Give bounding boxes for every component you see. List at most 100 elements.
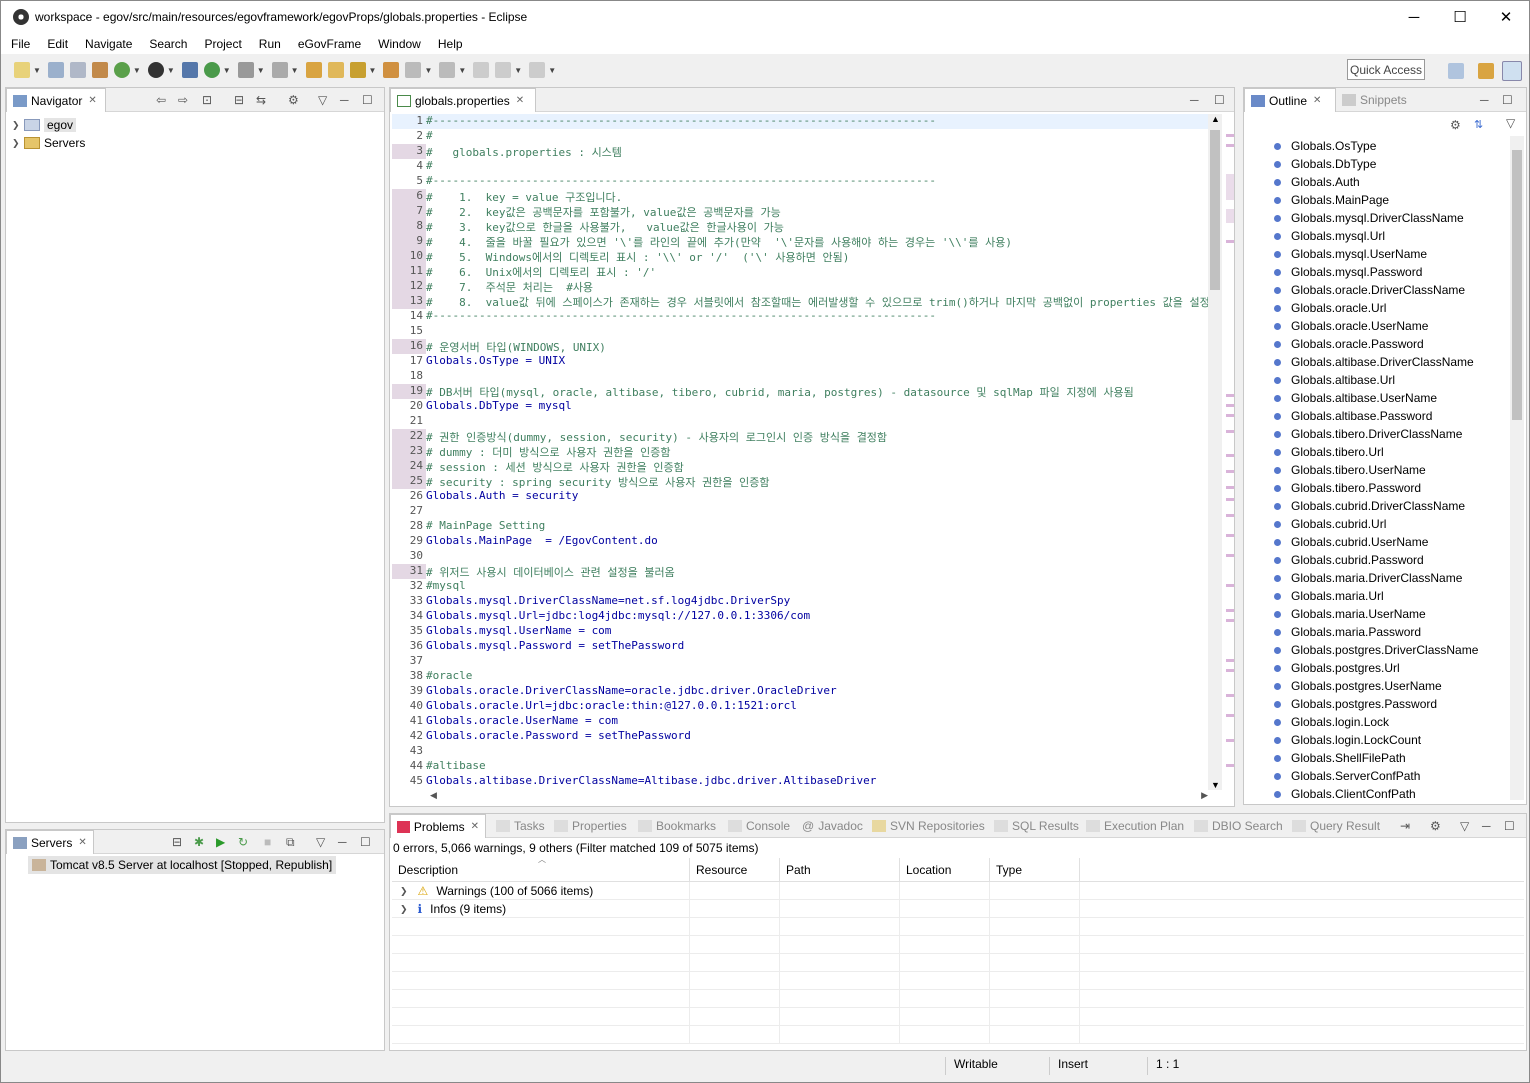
code-line[interactable]: 38 #oracle bbox=[392, 669, 1210, 684]
scroll-up-icon[interactable]: ▲ bbox=[1211, 114, 1220, 124]
egov-icon[interactable] bbox=[91, 62, 108, 78]
close-icon[interactable]: ✕ bbox=[78, 837, 86, 848]
minimize-button[interactable]: ─ bbox=[1391, 1, 1437, 33]
outline-item[interactable]: Globals.altibase.Url bbox=[1274, 371, 1510, 389]
code-line[interactable]: 30 bbox=[392, 549, 1210, 564]
maximize-view-icon[interactable]: ☐ bbox=[1214, 93, 1225, 107]
menu-help[interactable]: Help bbox=[428, 37, 470, 51]
column-resource[interactable]: Resource bbox=[690, 858, 780, 882]
code-line[interactable]: 39 Globals.oracle.DriverClassName=oracle.… bbox=[392, 684, 1210, 699]
outline-item[interactable]: Globals.mysql.UserName bbox=[1274, 245, 1510, 263]
egov-perspective-icon[interactable] bbox=[1502, 61, 1522, 81]
open-perspective-icon[interactable] bbox=[1448, 63, 1464, 79]
code-line[interactable]: 6 # 1. key = value 구조입니다. bbox=[392, 189, 1210, 204]
code-line[interactable]: 24 # session : 세션 방식으로 사용자 권한을 인증함 bbox=[392, 459, 1210, 474]
egov-run-icon[interactable] bbox=[113, 62, 130, 78]
overview-ruler[interactable] bbox=[1224, 114, 1236, 790]
profile-server-icon[interactable]: ↻ bbox=[238, 835, 248, 849]
scroll-down-icon[interactable]: ▼ bbox=[1211, 780, 1220, 790]
code-line[interactable]: 27 bbox=[392, 504, 1210, 519]
menu-search[interactable]: Search bbox=[139, 37, 194, 51]
outline-item[interactable]: Globals.tibero.UserName bbox=[1274, 461, 1510, 479]
table-row[interactable]: ❯ ⚠ Warnings (100 of 5066 items) bbox=[392, 882, 1524, 900]
code-line[interactable]: 45 Globals.altibase.DriverClassName=Altib… bbox=[392, 774, 1210, 789]
close-icon[interactable]: ✕ bbox=[516, 95, 524, 106]
filter-icon[interactable]: ⚙ bbox=[1430, 819, 1441, 833]
outline-item[interactable]: Globals.oracle.Url bbox=[1274, 299, 1510, 317]
scroll-thumb[interactable] bbox=[1512, 150, 1522, 420]
column-location[interactable]: Location bbox=[900, 858, 990, 882]
tab-bookmarks[interactable]: Bookmarks bbox=[632, 814, 722, 838]
code-line[interactable]: 14 #-------------------------------------… bbox=[392, 309, 1210, 324]
collapse-all-icon[interactable]: ⊟ bbox=[234, 93, 244, 107]
outline-item[interactable]: Globals.MainPage bbox=[1274, 191, 1510, 209]
console-icon[interactable] bbox=[181, 62, 198, 78]
open-type-icon[interactable] bbox=[305, 62, 322, 78]
outline-item[interactable]: Globals.maria.UserName bbox=[1274, 605, 1510, 623]
forward-icon[interactable]: ⇨ bbox=[178, 93, 188, 107]
view-menu-icon[interactable]: ▽ bbox=[1460, 819, 1469, 833]
code-line[interactable]: 43 bbox=[392, 744, 1210, 759]
outline-item[interactable]: Globals.oracle.Password bbox=[1274, 335, 1510, 353]
code-line[interactable]: 5 #--------------------------------------… bbox=[392, 174, 1210, 189]
code-line[interactable]: 3 # globals.properties : 시스템 bbox=[392, 144, 1210, 159]
view-menu-icon[interactable]: ▽ bbox=[316, 835, 325, 849]
code-line[interactable]: 17 Globals.OsType = UNIX bbox=[392, 354, 1210, 369]
code-line[interactable]: 16 # 운영서버 타입(WINDOWS, UNIX) bbox=[392, 339, 1210, 354]
tab-query-result[interactable]: Query Result bbox=[1286, 814, 1386, 838]
outline-item[interactable]: Globals.altibase.UserName bbox=[1274, 389, 1510, 407]
close-icon[interactable]: ✕ bbox=[1313, 95, 1321, 106]
code-line[interactable]: 19 # DB서버 타입(mysql, oracle, altibase, tib… bbox=[392, 384, 1210, 399]
new-icon[interactable] bbox=[14, 62, 30, 78]
column-path[interactable]: Path bbox=[780, 858, 900, 882]
outline-item[interactable]: Globals.OsType bbox=[1274, 137, 1510, 155]
minimize-view-icon[interactable]: ─ bbox=[340, 93, 349, 107]
maximize-view-icon[interactable]: ☐ bbox=[1502, 93, 1513, 107]
save-icon[interactable] bbox=[47, 62, 64, 78]
expand-icon[interactable]: ❯ bbox=[400, 904, 408, 915]
view-menu-icon[interactable]: ▽ bbox=[1506, 116, 1515, 130]
code-line[interactable]: 28 # MainPage Setting bbox=[392, 519, 1210, 534]
quick-access-input[interactable]: Quick Access bbox=[1347, 59, 1425, 80]
code-text-area[interactable]: 1 #--------------------------------------… bbox=[392, 114, 1210, 790]
outline-item[interactable]: Globals.tibero.Password bbox=[1274, 479, 1510, 497]
minimize-view-icon[interactable]: ─ bbox=[1190, 93, 1199, 107]
code-line[interactable]: 11 # 6. Unix에서의 디렉토리 표시 : '/' bbox=[392, 264, 1210, 279]
editor-vertical-scrollbar[interactable]: ▲ ▼ bbox=[1208, 114, 1222, 790]
outline-item[interactable]: Globals.cubrid.UserName bbox=[1274, 533, 1510, 551]
maximize-view-icon[interactable]: ☐ bbox=[1504, 819, 1515, 833]
code-line[interactable]: 34 Globals.mysql.Url=jdbc:log4jdbc:mysql:… bbox=[392, 609, 1210, 624]
back-icon[interactable]: ⇦ bbox=[156, 93, 166, 107]
outline-item[interactable]: Globals.tibero.Url bbox=[1274, 443, 1510, 461]
tab-svn-repositories[interactable]: SVN Repositories bbox=[866, 814, 991, 838]
tab-outline[interactable]: Outline ✕ bbox=[1244, 88, 1336, 112]
outline-item[interactable]: Globals.ServerConfPath bbox=[1274, 767, 1510, 785]
code-line[interactable]: 44 #altibase bbox=[392, 759, 1210, 774]
code-line[interactable]: 20 Globals.DbType = mysql bbox=[392, 399, 1210, 414]
editor-horizontal-scrollbar[interactable]: ◀ ▶ bbox=[430, 790, 1208, 804]
outline-item[interactable]: Globals.maria.Url bbox=[1274, 587, 1510, 605]
outline-item[interactable]: Globals.oracle.DriverClassName bbox=[1274, 281, 1510, 299]
forward-icon[interactable] bbox=[529, 62, 546, 78]
menu-file[interactable]: File bbox=[1, 37, 37, 51]
code-line[interactable]: 4 # bbox=[392, 159, 1210, 174]
menu-navigate[interactable]: Navigate bbox=[75, 37, 139, 51]
debug-server-icon[interactable]: ✱ bbox=[194, 835, 204, 849]
table-row[interactable]: ❯ ℹ Infos (9 items) bbox=[392, 900, 1524, 918]
tab-console[interactable]: Console bbox=[722, 814, 796, 838]
view-menu-icon[interactable]: ▽ bbox=[318, 93, 327, 107]
code-line[interactable]: 12 # 7. 주석문 처리는 #사용 bbox=[392, 279, 1210, 294]
outline-item[interactable]: Globals.mysql.Password bbox=[1274, 263, 1510, 281]
outline-item[interactable]: Globals.cubrid.Url bbox=[1274, 515, 1510, 533]
code-line[interactable]: 23 # dummy : 더미 방식으로 사용자 권한을 인증함 bbox=[392, 444, 1210, 459]
code-line[interactable]: 8 # 3. key값으로 한글을 사용불가, value값은 한글사용이 가능 bbox=[392, 219, 1210, 234]
tab-navigator[interactable]: Navigator ✕ bbox=[6, 88, 106, 112]
sort-icon[interactable]: ⇅ bbox=[1474, 118, 1483, 131]
code-line[interactable]: 9 # 4. 줄을 바꿀 필요가 있으면 '\'를 라인의 끝에 추가(만약 '\… bbox=[392, 234, 1210, 249]
code-line[interactable]: 41 Globals.oracle.UserName = com bbox=[392, 714, 1210, 729]
outline-item[interactable]: Globals.ClientConfPath bbox=[1274, 785, 1510, 803]
up-icon[interactable]: ⊡ bbox=[202, 93, 212, 107]
server-item-tomcat[interactable]: Tomcat v8.5 Server at localhost [Stopped… bbox=[28, 856, 337, 874]
code-line[interactable]: 40 Globals.oracle.Url=jdbc:oracle:thin:@1… bbox=[392, 699, 1210, 714]
code-line[interactable]: 13 # 8. value값 뒤에 스페이스가 존재하는 경우 서블릿에서 참조할… bbox=[392, 294, 1210, 309]
